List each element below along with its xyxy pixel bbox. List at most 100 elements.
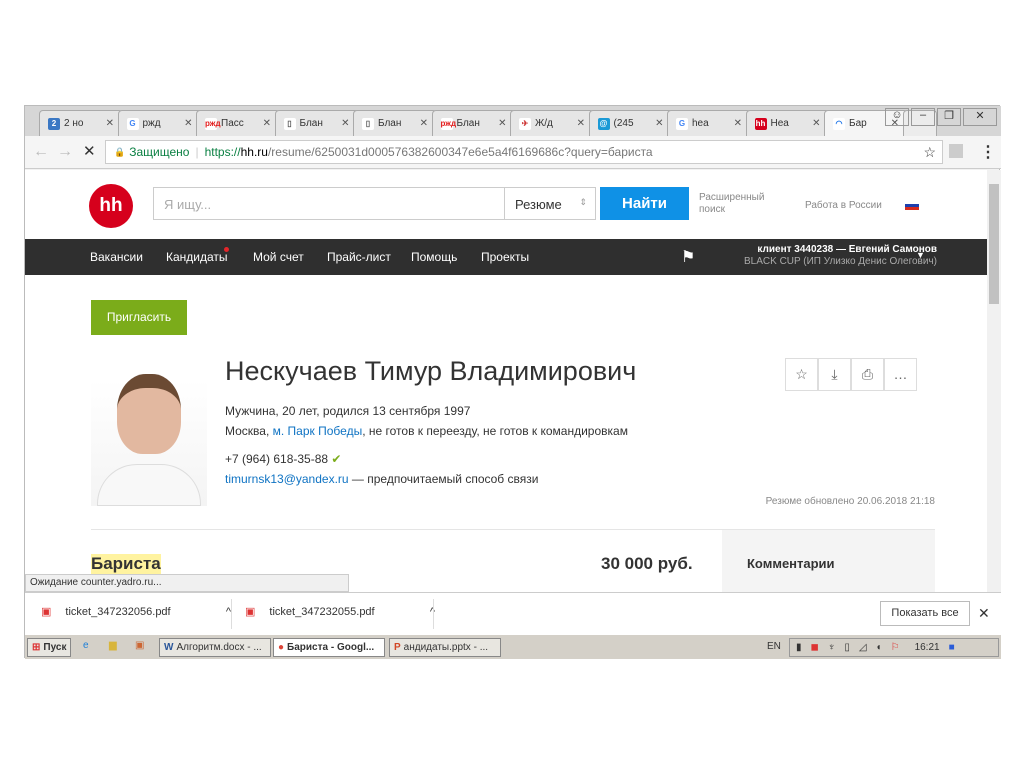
clock[interactable]: 16:21	[915, 642, 940, 653]
advanced-search-link[interactable]: Расширенный поиск	[699, 192, 769, 216]
tab-label: ржд	[142, 118, 161, 129]
taskbar-word[interactable]: W Алгоритм.docx - ...	[159, 638, 271, 657]
browser-tab[interactable]: @ (245 ✕	[588, 110, 673, 136]
client-menu[interactable]: клиент 3440238 — Евгений Самонов BLACK C…	[744, 244, 937, 268]
invite-button[interactable]: Пригласить	[91, 300, 187, 335]
phone: +7 (964) 618-35-88	[225, 452, 329, 466]
tray-monitor-icon[interactable]: ▮	[796, 642, 802, 653]
stop-icon[interactable]: ✕	[83, 142, 96, 160]
nav-help[interactable]: Помощь	[411, 250, 457, 264]
tab-label: Hea	[770, 118, 789, 129]
tray-tool-icon[interactable]: ♆	[828, 642, 836, 653]
download-item[interactable]: ▣ ticket_347232056.pdf ^	[41, 605, 231, 619]
metro-link[interactable]: м. Парк Победы	[273, 424, 363, 438]
close-tab-icon[interactable]: ✕	[341, 118, 349, 129]
close-download-bar-icon[interactable]: ✕	[978, 605, 990, 622]
tab-favicon-icon: ✈	[519, 117, 531, 130]
tab-label: Блан	[299, 118, 323, 129]
chevron-down-icon[interactable]: ▼	[916, 250, 925, 260]
tray-network-icon[interactable]: ◿	[859, 642, 867, 653]
browser-tab[interactable]: Gржд ✕	[117, 110, 202, 136]
nav-pricelist[interactable]: Прайс-лист	[327, 250, 391, 264]
browser-tab[interactable]: Ghea ✕	[667, 110, 751, 136]
close-tab-icon[interactable]: ✕	[812, 118, 820, 129]
tab-favicon-icon: ▯	[283, 117, 296, 130]
language-indicator[interactable]: EN	[767, 641, 781, 652]
favorite-star-button[interactable]: ☆	[785, 358, 818, 391]
download-button[interactable]: ⤓	[818, 358, 851, 391]
nav-account[interactable]: Мой счет	[253, 250, 304, 264]
browser-tab[interactable]: ▯ Блан ✕	[274, 110, 359, 136]
search-type-select[interactable]: Резюме ⇕	[504, 187, 596, 220]
tab-label: 2 но	[64, 118, 84, 129]
nav-projects[interactable]: Проекты	[481, 250, 529, 264]
print-button[interactable]: ⎙	[851, 358, 884, 391]
nav-candidates[interactable]: Кандидаты	[166, 250, 228, 264]
tab-favicon-icon: 2	[48, 117, 60, 130]
media-icon[interactable]: ▣	[135, 640, 144, 651]
download-item[interactable]: ▣ticket_347232055.pdf^	[245, 605, 435, 619]
taskbar-powerpoint[interactable]: Pандидаты.pptx - ...	[389, 638, 501, 657]
lock-icon: 🔒	[114, 146, 126, 157]
tray-device-icon[interactable]: ▯	[844, 642, 850, 653]
close-tab-icon[interactable]: ✕	[184, 118, 192, 129]
tray-flag-icon[interactable]: ⚐	[891, 642, 900, 653]
client-label: клиент 3440238 — Евгений Самонов	[757, 244, 937, 255]
updated-date: Резюме обновлено 20.06.2018 21:18	[765, 496, 935, 507]
close-tab-icon[interactable]: ✕	[106, 118, 114, 129]
hh-logo[interactable]: hh	[89, 184, 133, 228]
browser-tab[interactable]: 2 2 но ✕	[39, 110, 123, 136]
close-window-button[interactable]: ✕	[963, 108, 997, 126]
russia-flag-icon[interactable]	[905, 201, 919, 210]
email-link[interactable]: timurnsk13@yandex.ru	[225, 472, 349, 486]
close-tab-icon[interactable]: ✕	[263, 118, 271, 129]
close-tab-icon[interactable]: ✕	[498, 118, 506, 129]
menu-icon[interactable]: ⋮	[980, 142, 996, 162]
find-button[interactable]: Найти	[600, 187, 689, 220]
tray-antivirus-icon[interactable]: ◼	[811, 642, 819, 653]
updown-icon: ⇕	[579, 197, 587, 207]
tray-volume-icon[interactable]: ◖	[876, 642, 882, 653]
tab-favicon-icon: ▯	[362, 117, 374, 130]
scrollbar[interactable]	[987, 170, 1001, 592]
url-input[interactable]: 🔒 Защищено | https://hh.ru/resume/625003…	[105, 140, 943, 164]
search-input[interactable]: Я ищу...	[153, 187, 505, 220]
minimize-button[interactable]: –	[911, 108, 935, 126]
browser-tab[interactable]: ржд Блан ✕	[431, 110, 516, 136]
select-value: Резюме	[515, 197, 562, 212]
maximize-button[interactable]: ❐	[937, 108, 961, 126]
browser-tab[interactable]: ржд Пасс ✕	[196, 110, 280, 136]
browser-tab[interactable]: ✈ Ж/д ✕	[510, 110, 594, 136]
browser-tab[interactable]: hh Hea ✕	[745, 110, 830, 136]
close-tab-icon[interactable]: ✕	[420, 118, 428, 129]
url-path: /resume/6250031d000576382600347e6e5a4f61…	[267, 145, 653, 159]
verified-check-icon: ✔	[331, 452, 342, 466]
url-scheme: https://	[204, 145, 241, 159]
show-all-button[interactable]: Показать все	[880, 601, 970, 626]
taskbar-chrome[interactable]: ● Бариста - Googl...	[273, 638, 385, 657]
work-russia-link[interactable]: Работа в России	[805, 200, 882, 211]
close-tab-icon[interactable]: ✕	[655, 118, 663, 129]
browser-tab[interactable]: ▯ Блан ✕	[353, 110, 437, 136]
tab-favicon-icon: ржд	[205, 117, 221, 130]
nav-vacancies[interactable]: Вакансии	[90, 250, 143, 264]
close-tab-icon[interactable]: ✕	[734, 118, 742, 129]
start-button[interactable]: ⊞ Пуск	[27, 638, 72, 657]
tab-favicon-icon: G	[126, 117, 139, 130]
ie-icon[interactable]: e	[83, 640, 89, 651]
folder-icon[interactable]: ▆	[109, 640, 117, 651]
pdf-extension-icon[interactable]	[949, 144, 963, 158]
address-bar-row: ← → ✕ 🔒 Защищено | https://hh.ru/resume/…	[25, 136, 1001, 169]
relocation: , не готов к переезду, не готов к команд…	[362, 424, 628, 438]
tray-show-desktop-icon[interactable]: ■	[949, 642, 955, 653]
forward-icon[interactable]: →	[57, 143, 73, 161]
close-tab-icon[interactable]: ✕	[577, 118, 585, 129]
flag-icon[interactable]: ⚑	[681, 247, 695, 267]
more-button[interactable]: …	[884, 358, 917, 391]
bookmark-star-icon[interactable]: ☆	[923, 144, 936, 161]
user-icon[interactable]: ☺	[885, 108, 909, 126]
scrollbar-thumb[interactable]	[989, 184, 999, 304]
taskbar-label: андидаты.pptx - ...	[403, 642, 489, 653]
main-nav: Вакансии Кандидаты Мой счет Прайс-лист П…	[25, 239, 987, 275]
back-icon[interactable]: ←	[33, 143, 49, 161]
